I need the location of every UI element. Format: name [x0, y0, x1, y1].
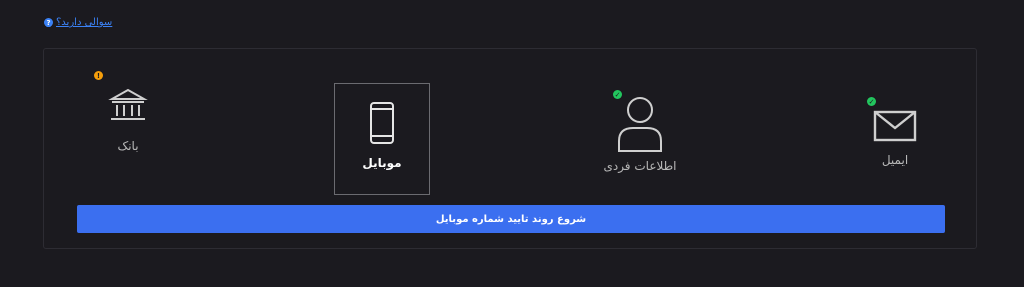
question-circle-icon: ?	[44, 18, 53, 27]
step-bank-label: بانک	[117, 139, 139, 153]
mobile-icon	[367, 100, 397, 150]
envelope-icon: ✓	[867, 97, 918, 147]
help-link-label: سوالی دارید؟	[56, 17, 113, 28]
check-badge-icon: ✓	[613, 90, 622, 99]
start-mobile-verification-button[interactable]: شروع روند تایید شماره موبایل	[77, 205, 945, 233]
step-email-label: ایمیل	[881, 153, 909, 167]
step-mobile-label: موبایل	[362, 156, 402, 170]
step-bank[interactable]: ! بانک	[80, 71, 176, 195]
step-email[interactable]: ✓ ایمیل	[847, 85, 943, 195]
help-link[interactable]: ? سوالی دارید؟	[44, 17, 112, 28]
step-mobile[interactable]: موبایل	[334, 83, 430, 195]
bank-icon: !	[94, 71, 150, 133]
warning-badge-icon: !	[94, 71, 103, 80]
step-personal-info[interactable]: ✓ اطلاعات فردی	[592, 85, 688, 195]
step-personal-info-label: اطلاعات فردی	[603, 159, 677, 173]
verification-steps-panel: ! بانک موبایل ✓ اطلاعات فردی ✓ ایمیل شرو…	[43, 48, 977, 249]
check-badge-icon: ✓	[867, 97, 876, 106]
user-icon: ✓	[613, 90, 665, 159]
